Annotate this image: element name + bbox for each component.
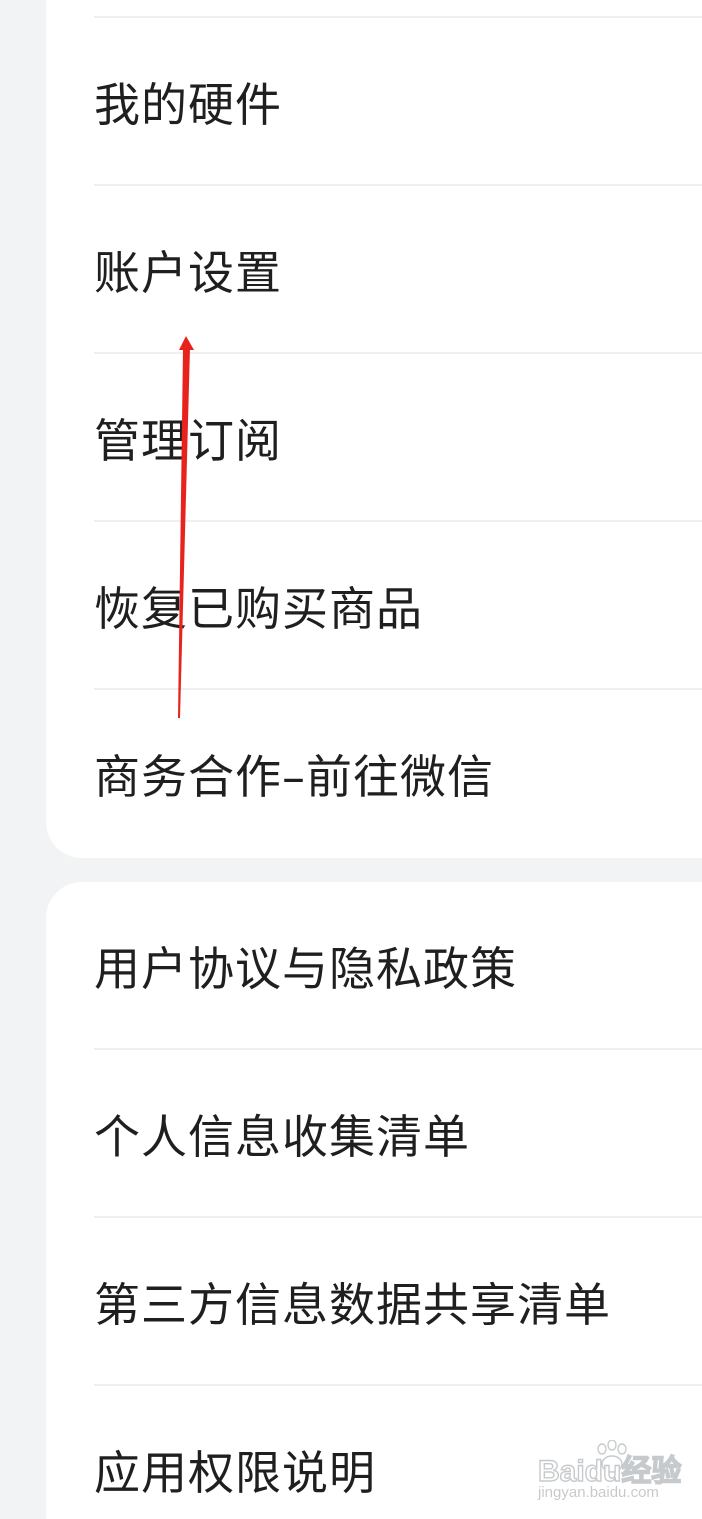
watermark-url: jingyan.baidu.com: [538, 1484, 659, 1501]
menu-item-business-cooperation[interactable]: 商务合作–前往微信: [94, 690, 702, 858]
menu-item-label: 个人信息收集清单: [94, 1110, 470, 1164]
menu-item-label: 商务合作–前往微信: [94, 750, 494, 804]
menu-item-label: 用户协议与隐私政策: [94, 942, 517, 996]
menu-item-label: 管理订阅: [94, 414, 282, 468]
menu-item-label: 应用权限说明: [94, 1446, 376, 1500]
settings-group-legal: 用户协议与隐私政策 个人信息收集清单 第三方信息数据共享清单 应用权限说明: [46, 882, 702, 1519]
menu-item-third-party-sharing-list[interactable]: 第三方信息数据共享清单: [94, 1218, 702, 1386]
menu-item-account-settings[interactable]: 账户设置: [94, 186, 702, 354]
menu-item-manage-subscription[interactable]: 管理订阅: [94, 354, 702, 522]
menu-item-label: 恢复已购买商品: [94, 582, 423, 636]
baidu-watermark: Baidu经验 jingyan.baidu.com: [537, 1440, 688, 1506]
menu-item-label: 我的硬件: [94, 78, 282, 132]
menu-item-restore-purchases[interactable]: 恢复已购买商品: [94, 522, 702, 690]
menu-item-my-hardware[interactable]: 我的硬件: [94, 18, 702, 186]
settings-group-account: 我的硬件 账户设置 管理订阅 恢复已购买商品 商务合作–前往微信: [46, 0, 702, 858]
menu-item-label: 账户设置: [94, 246, 282, 300]
menu-item-personal-info-list[interactable]: 个人信息收集清单: [94, 1050, 702, 1218]
menu-item-user-agreement-privacy[interactable]: 用户协议与隐私政策: [94, 882, 702, 1050]
menu-item-label: 第三方信息数据共享清单: [94, 1278, 611, 1332]
settings-page: 我的硬件 账户设置 管理订阅 恢复已购买商品 商务合作–前往微信 用户协议与隐私…: [0, 0, 702, 1519]
